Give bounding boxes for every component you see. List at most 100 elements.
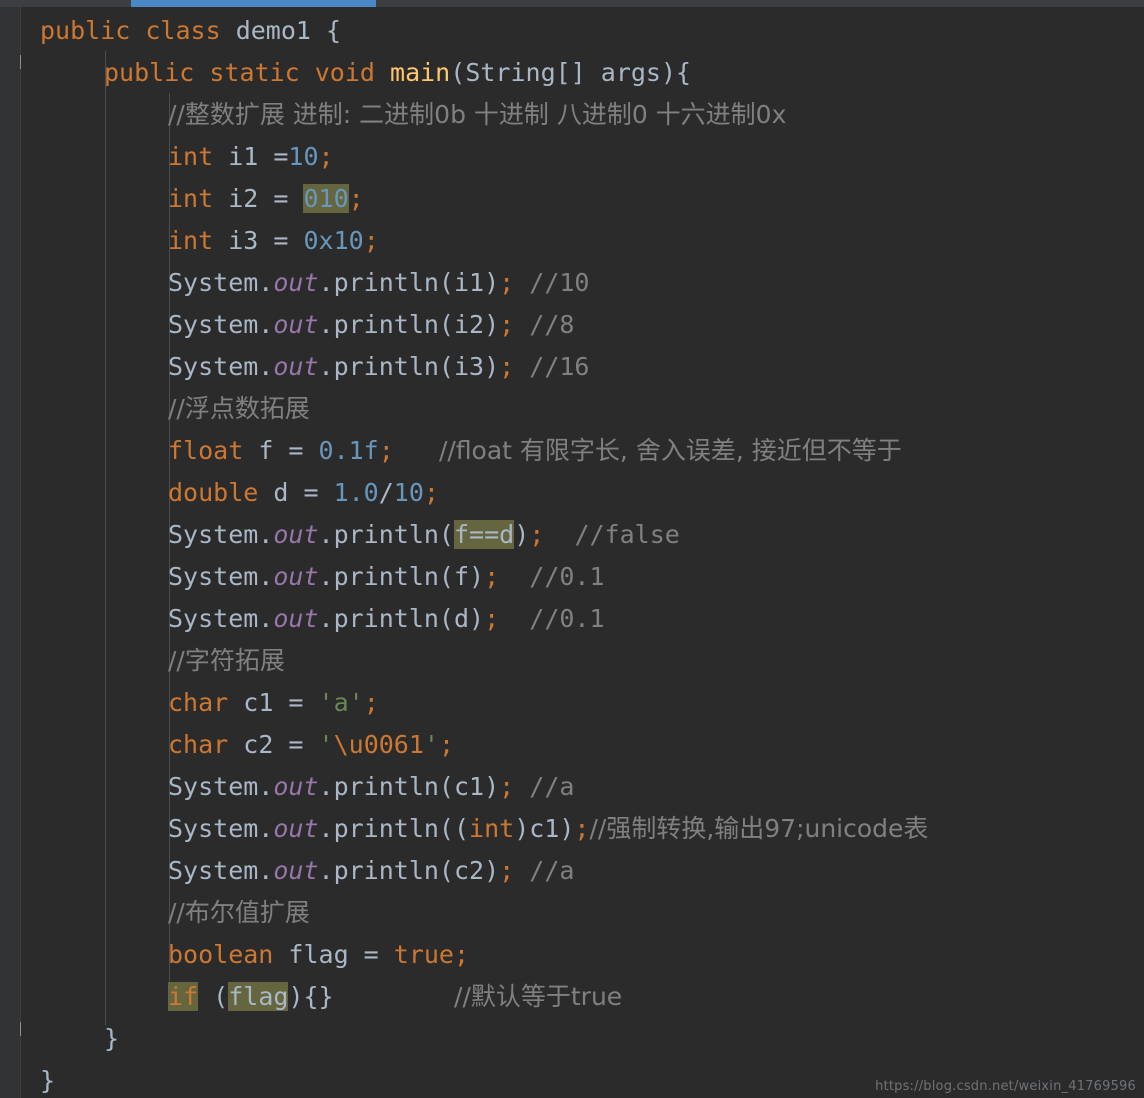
code-token: boolean (168, 940, 274, 969)
code-token: System. (168, 310, 274, 339)
code-token: System. (168, 856, 274, 885)
code-line[interactable]: char c2 = '\u0061'; (168, 724, 454, 766)
code-line[interactable]: System.out.println(f); //0.1 (168, 556, 605, 598)
code-token: .println(i1) (318, 268, 500, 297)
code-token: ; (529, 520, 545, 549)
code-line[interactable]: public class demo1 { (40, 10, 341, 52)
code-token: ; (318, 142, 334, 171)
code-token: void (314, 58, 375, 87)
code-line[interactable]: System.out.println(i1); //10 (168, 262, 589, 304)
code-token: flag = (273, 940, 394, 969)
code-token: ) (660, 58, 677, 87)
code-line[interactable]: int i1 =10; (168, 136, 334, 178)
code-token: .println(f) (318, 562, 485, 591)
code-token: ){} (288, 982, 334, 1011)
code-line[interactable]: System.out.println(i2); //8 (168, 304, 574, 346)
code-token: ; (438, 730, 455, 759)
code-line[interactable]: //字符拓展 (168, 640, 285, 682)
code-token: char (168, 688, 229, 717)
code-line[interactable]: System.out.println(c1); //a (168, 766, 574, 808)
code-token: / (378, 478, 394, 507)
code-token: ; (574, 814, 590, 843)
code-token: .println( (318, 520, 454, 549)
code-token: out (273, 814, 319, 843)
code-token: //false (574, 520, 680, 549)
code-token: ; (499, 352, 515, 381)
code-token: .println(c2) (318, 856, 500, 885)
code-token: public (104, 58, 195, 87)
code-line[interactable]: } (104, 1018, 119, 1060)
code-token: out (273, 520, 319, 549)
code-token: ; (348, 184, 364, 213)
code-token: ( (198, 982, 229, 1011)
code-line[interactable]: if (flag){} //默认等于true (168, 976, 622, 1018)
code-token: f = (243, 436, 319, 465)
code-token: //8 (529, 310, 575, 339)
code-line[interactable]: int i3 = 0x10; (168, 220, 379, 262)
code-line[interactable]: char c1 = 'a'; (168, 682, 379, 724)
code-token: //默认等于true (454, 982, 623, 1011)
code-token: int (168, 226, 214, 255)
code-token: 0x10 (303, 226, 364, 255)
editor-gutter[interactable] (0, 7, 21, 1098)
code-line[interactable]: //整数扩展 进制: 二进制0b 十进制 八进制0 十六进制0x (168, 94, 786, 136)
code-token: //整数扩展 进制: 二进制0b 十进制 八进制0 十六进制0x (168, 100, 787, 129)
code-token: //a (529, 856, 575, 885)
code-line[interactable]: boolean flag = true; (168, 934, 469, 976)
code-line[interactable]: float f = 0.1f; //float 有限字长, 舍入误差, 接近但不… (168, 430, 902, 472)
code-line[interactable]: System.out.println(i3); //16 (168, 346, 589, 388)
code-token: 1.0 (333, 478, 379, 507)
code-token: ; (363, 226, 379, 255)
code-token: System. (168, 520, 274, 549)
code-line[interactable]: System.out.println(f==d); //false (168, 514, 680, 556)
code-token: out (273, 772, 319, 801)
code-line[interactable]: double d = 1.0/10; (168, 472, 439, 514)
code-token: out (273, 604, 319, 633)
code-token: .println(c1) (318, 772, 500, 801)
code-line[interactable]: public static void main(String[] args){ (104, 52, 691, 94)
code-token: ' (423, 730, 439, 759)
code-token: String[] args (465, 58, 661, 87)
code-token: char (168, 730, 229, 759)
code-token: ; (499, 268, 515, 297)
code-token: System. (168, 814, 274, 843)
code-token: .println(i3) (318, 352, 500, 381)
code-token: f==d (453, 520, 515, 549)
code-token: ; (484, 562, 500, 591)
code-token: ; (378, 436, 394, 465)
code-token: //0.1 (529, 604, 605, 633)
code-token: 010 (303, 184, 349, 213)
code-token: class (145, 16, 221, 45)
code-token: out (273, 268, 319, 297)
code-line[interactable]: } (40, 1060, 55, 1098)
code-token: { (676, 58, 692, 87)
code-line[interactable]: //浮点数拓展 (168, 388, 310, 430)
code-token: 10 (393, 478, 424, 507)
code-token: \u0061 (333, 730, 424, 759)
code-line[interactable]: int i2 = 010; (168, 178, 364, 220)
code-token: System. (168, 268, 274, 297)
code-line[interactable]: //布尔值扩展 (168, 892, 310, 934)
code-token: System. (168, 772, 274, 801)
code-token: out (273, 856, 319, 885)
code-line[interactable]: System.out.println(c2); //a (168, 850, 574, 892)
code-token: flag (228, 982, 289, 1011)
code-line[interactable]: System.out.println(d); //0.1 (168, 598, 605, 640)
code-token: i2 = (213, 184, 304, 213)
code-token: //a (529, 772, 575, 801)
code-token: ; (484, 604, 500, 633)
code-line[interactable]: System.out.println((int)c1);//强制转换,输出97;… (168, 808, 928, 850)
active-tab-underline (131, 0, 376, 7)
code-text-area[interactable]: public class demo1 {public static void m… (21, 7, 1144, 1098)
code-token: 10 (288, 142, 319, 171)
code-token: out (273, 310, 319, 339)
code-token: //浮点数拓展 (168, 394, 310, 423)
